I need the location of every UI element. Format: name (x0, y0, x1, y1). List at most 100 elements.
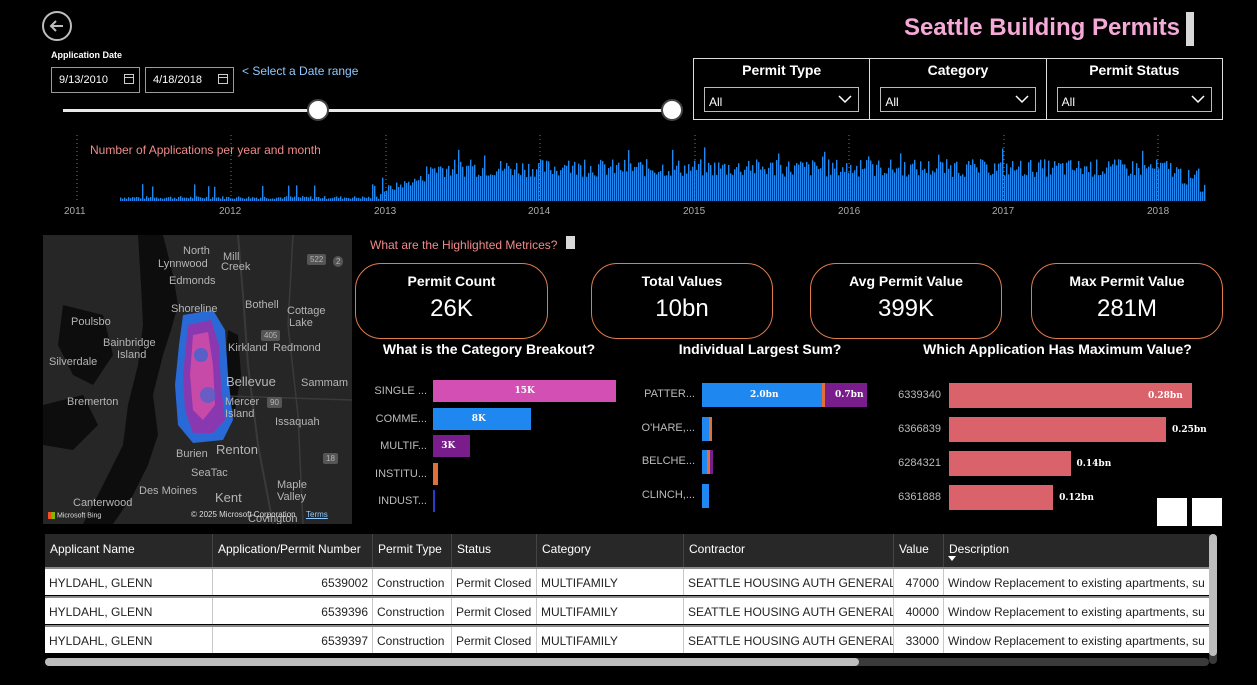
timeline-bar (852, 172, 854, 201)
timeline-bar (790, 171, 792, 201)
timeline-bar (518, 173, 520, 201)
date-slider-start-handle[interactable] (307, 99, 329, 121)
column-header[interactable]: Value (894, 534, 944, 567)
timeline-bar (778, 153, 780, 201)
table-row[interactable]: HYLDAHL, GLENN 6539397 Construction Permit … (45, 625, 1210, 653)
page-next-button[interactable] (1192, 498, 1222, 526)
cell-status: Permit Closed (452, 627, 537, 653)
timeline-bar (452, 169, 454, 201)
timeline-bar (558, 175, 560, 201)
map-copyright: © 2025 Microsoft Corporation (191, 510, 296, 519)
category-bar[interactable] (433, 462, 438, 485)
contractor-bar-segment[interactable] (702, 483, 709, 508)
calendar-icon[interactable] (218, 74, 228, 84)
end-date-input[interactable]: 4/18/2018 (145, 67, 234, 93)
timeline-bar (392, 189, 394, 201)
table-horizontal-scroll-thumb[interactable] (45, 658, 859, 666)
application-value-bar[interactable] (949, 417, 1166, 442)
timeline-bar (784, 176, 786, 201)
permit-status-select[interactable]: All (1056, 87, 1212, 112)
timeline-bar (302, 196, 304, 201)
timeline-bar (292, 197, 294, 201)
timeline-bar (544, 171, 546, 201)
map-place-label: Bellevue (226, 374, 276, 389)
timeline-bar (802, 162, 804, 201)
timeline-bar (422, 180, 424, 201)
column-header[interactable]: Applicant Name (45, 534, 213, 567)
page-prev-button[interactable] (1157, 498, 1187, 526)
timeline-bar (136, 196, 138, 201)
timeline-bar (1128, 175, 1130, 201)
back-button[interactable] (42, 11, 72, 41)
timeline-bar (936, 168, 938, 201)
timeline-bar (786, 166, 788, 201)
timeline-bar (240, 197, 242, 201)
timeline-bar (910, 164, 912, 201)
timeline-bar (188, 198, 190, 201)
timeline-bar (196, 196, 198, 201)
application-value-bar[interactable] (949, 485, 1054, 510)
timeline-bar (972, 159, 974, 201)
timeline-bar (1106, 167, 1108, 201)
timeline-bar (376, 196, 378, 201)
category-bar[interactable] (433, 490, 435, 512)
timeline-bar (1126, 168, 1128, 201)
column-header[interactable]: Application/Permit Number (213, 534, 373, 567)
timeline-bar (170, 196, 172, 201)
timeline-bar (566, 165, 568, 201)
permit-map[interactable]: North Lynnwood Mill Creek Edmonds Shorel… (43, 235, 352, 524)
contractor-bar-segment[interactable] (702, 416, 710, 441)
timeline-bar (654, 172, 656, 201)
timeline-bar (1038, 162, 1040, 201)
timeline-bar (930, 174, 932, 201)
permit-type-select[interactable]: All (704, 87, 860, 112)
calendar-icon[interactable] (124, 74, 134, 84)
map-place-label: Island (225, 408, 255, 420)
timeline-bar (706, 172, 708, 201)
table-row[interactable]: HYLDAHL, GLENN 6539002 Construction Permit … (45, 567, 1210, 595)
contractor-bar-segment[interactable] (709, 416, 713, 441)
timeline-bar (898, 167, 900, 201)
timeline-bar (370, 198, 372, 201)
application-value-bar[interactable] (949, 451, 1071, 476)
timeline-bar (808, 164, 810, 201)
timeline-bar (402, 187, 404, 201)
timeline-bar (716, 174, 718, 201)
map-terms-link[interactable]: Terms (306, 510, 328, 519)
metrics-info-icon[interactable] (566, 236, 575, 249)
column-header[interactable]: Description (944, 534, 1210, 567)
cell-contractor: SEATTLE HOUSING AUTH GENERAL (684, 627, 894, 653)
timeline-bar (248, 196, 250, 201)
column-header[interactable]: Permit Type (373, 534, 452, 567)
sort-desc-icon (948, 556, 956, 561)
table-vertical-scroll-thumb[interactable] (1209, 534, 1217, 656)
timeline-bar (710, 165, 712, 201)
timeline-bar (1088, 172, 1090, 201)
date-slider-end-handle[interactable] (661, 99, 683, 121)
largest-sum-chart[interactable]: PATTER... 2.0bn 0.7bn O'HARE,... BELCHE... CL… (630, 372, 890, 512)
column-header[interactable]: Status (452, 534, 537, 567)
column-header[interactable]: Contractor (684, 534, 894, 567)
start-date-input[interactable]: 9/13/2010 (51, 67, 140, 93)
max-value-chart[interactable]: 6339340 0.28bn 6366839 0.25bn 6284321 0.14bn 6… (893, 372, 1208, 512)
timeline-bar (312, 198, 314, 201)
bar-category-label: SINGLE ... (374, 385, 427, 397)
timeline-bar (748, 160, 750, 201)
table-row[interactable]: HYLDAHL, GLENN 6539396 Construction Permit … (45, 596, 1210, 624)
column-header[interactable]: Category (537, 534, 684, 567)
contractor-bar-segment[interactable] (709, 450, 714, 474)
timeline-bar (880, 167, 882, 201)
chevron-down-icon (1191, 95, 1205, 104)
timeline-bar (492, 174, 494, 201)
map-place-label: Cottage (287, 305, 326, 317)
timeline-bar (842, 167, 844, 201)
category-breakout-chart[interactable]: SINGLE ... 15K COMME... 8K MULTIF... 3K INSTIT… (355, 372, 630, 512)
timeline-bar (1028, 162, 1030, 201)
category-select[interactable]: All (880, 87, 1036, 112)
timeline-bar (190, 196, 192, 201)
bar-category-label: MULTIF... (380, 440, 427, 452)
timeline-bar (878, 160, 880, 201)
timeline-bar (752, 165, 754, 201)
timeline-bar (680, 172, 682, 201)
timeline-bar (584, 159, 586, 201)
